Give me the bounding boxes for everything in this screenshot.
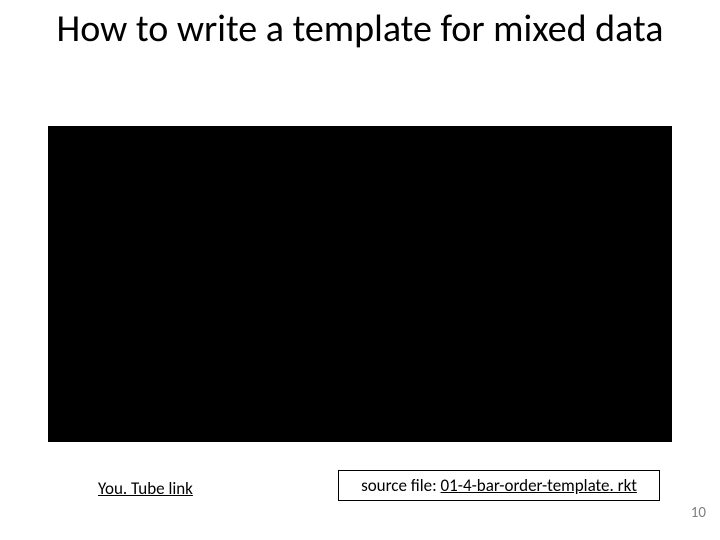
slide: How to write a template for mixed data Y… <box>0 0 720 540</box>
source-file-name[interactable]: 01-4-bar-order-template. rkt <box>441 475 637 496</box>
source-file-box: source file: 01-4-bar-order-template. rk… <box>338 470 660 501</box>
page-number: 10 <box>691 504 706 522</box>
video-placeholder[interactable] <box>48 126 672 442</box>
slide-title: How to write a template for mixed data <box>0 8 720 52</box>
source-file-label: source file: <box>361 475 440 496</box>
youtube-link[interactable]: You. Tube link <box>98 478 193 499</box>
